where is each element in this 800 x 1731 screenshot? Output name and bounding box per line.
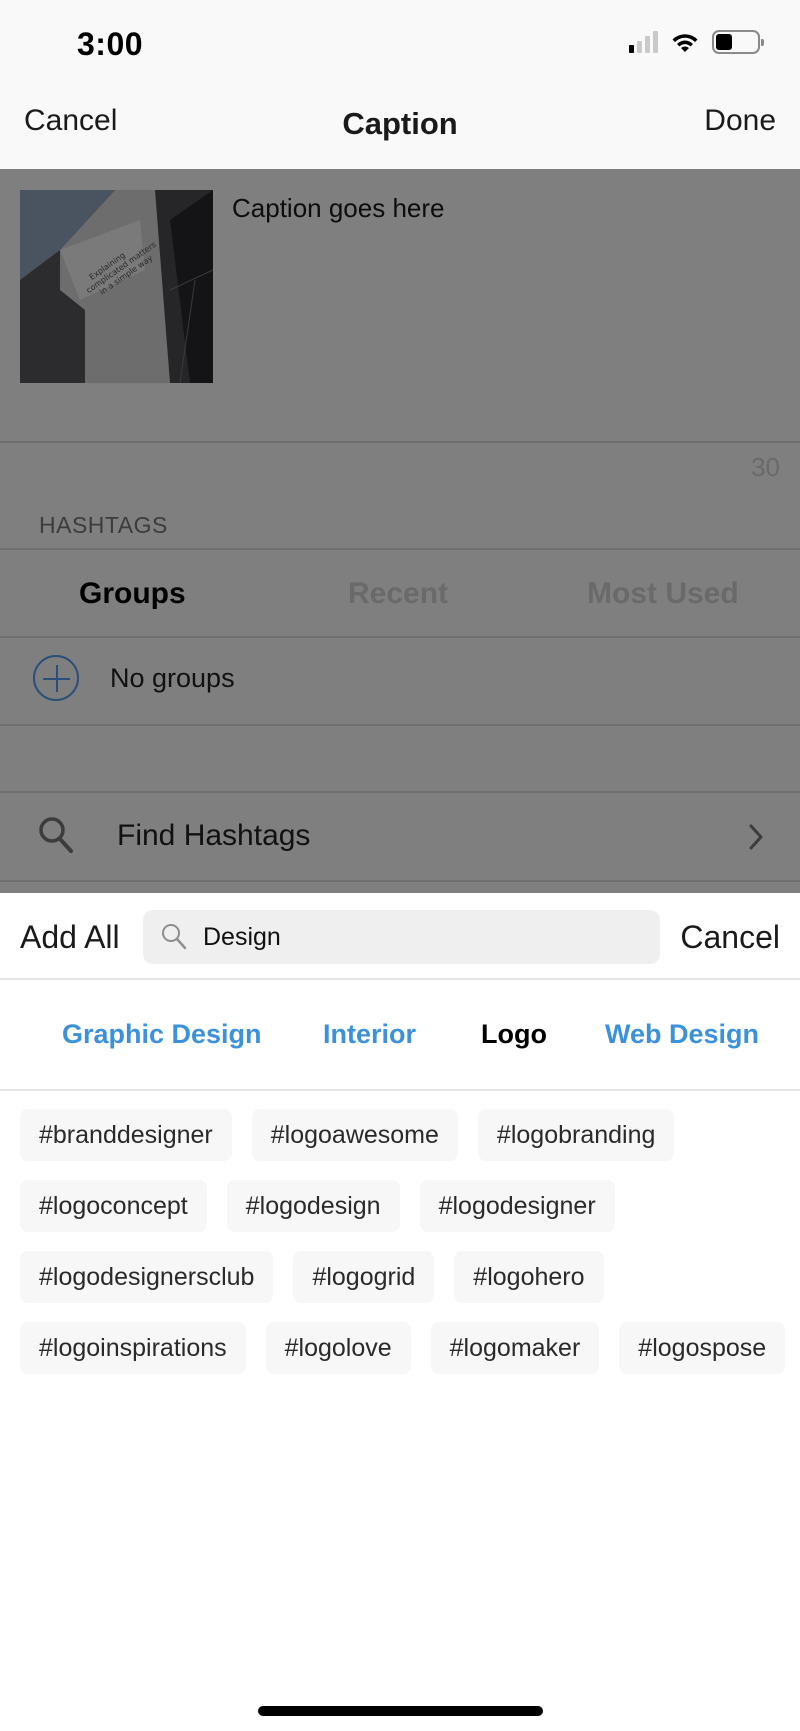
hashtag-chip[interactable]: #logoawesome (251, 1109, 458, 1161)
signal-icon (629, 31, 658, 53)
hashtag-chip[interactable]: #logodesign (226, 1180, 400, 1232)
nav-bar: Cancel Caption Done (0, 88, 800, 169)
hashtag-chip[interactable]: #logomaker (430, 1322, 600, 1374)
hashtag-chip[interactable]: #logolove (265, 1322, 411, 1374)
caption-input[interactable]: Caption goes here (232, 193, 444, 224)
hashtag-chip[interactable]: #logoinspirations (20, 1322, 246, 1374)
hashtags-section-label: HASHTAGS (39, 512, 168, 538)
hashtag-chip[interactable]: #logohero (454, 1251, 604, 1303)
divider (0, 441, 800, 443)
home-indicator[interactable] (258, 1706, 543, 1716)
hashtag-chip[interactable]: #logospose (619, 1322, 786, 1374)
hashtag-chip[interactable]: #logobranding (477, 1109, 675, 1161)
divider (0, 880, 800, 882)
hashtag-chip[interactable]: #branddesigner (20, 1109, 232, 1161)
category-tab-logo[interactable]: Logo (481, 1019, 547, 1050)
search-icon (39, 817, 73, 853)
add-all-button[interactable]: Add All (20, 919, 120, 956)
add-group-icon[interactable] (33, 655, 79, 701)
category-tab-web-design[interactable]: Web Design (605, 1019, 759, 1050)
wifi-icon (672, 34, 698, 52)
category-tabs: Design Graphic Design Interior Logo Web … (0, 982, 800, 1091)
character-count: 30 (751, 452, 780, 482)
hashtag-chip[interactable]: #logodesignersclub (20, 1251, 274, 1303)
tab-recent[interactable]: Recent (348, 577, 448, 611)
hashtag-chip[interactable]: #logodesigner (419, 1180, 615, 1232)
category-tab-interior[interactable]: Interior (323, 1019, 416, 1050)
divider (0, 724, 800, 726)
find-hashtags-row[interactable]: Find Hashtags (0, 793, 800, 880)
hashtag-chip[interactable]: #logogrid (293, 1251, 435, 1303)
nav-done-button[interactable]: Done (704, 104, 776, 138)
search-icon (162, 924, 187, 950)
category-tab-graphic-design[interactable]: Graphic Design (62, 1019, 262, 1050)
status-icons (629, 30, 764, 54)
divider (0, 636, 800, 638)
hashtag-tabs: Groups Recent Most Used (0, 550, 800, 637)
find-hashtags-label: Find Hashtags (117, 819, 311, 852)
tab-most-used[interactable]: Most Used (587, 577, 739, 611)
search-field[interactable] (143, 910, 660, 964)
status-bar: 3:00 (0, 0, 800, 88)
search-cancel-button[interactable]: Cancel (680, 919, 780, 956)
tab-groups[interactable]: Groups (79, 577, 186, 611)
search-input[interactable] (203, 910, 643, 964)
status-time: 3:00 (77, 26, 144, 62)
chevron-right-icon (749, 824, 763, 850)
post-thumbnail: Explaining complicated matters in a simp… (20, 190, 213, 383)
hashtag-chip[interactable]: #logoconcept (20, 1180, 207, 1232)
hashtag-chip-list: #branddesigner #logoawesome #logobrandin… (20, 1109, 790, 1374)
hashtag-search-sheet: Add All Cancel Design Graphic Design Int… (0, 893, 800, 1731)
search-row: Add All Cancel (0, 893, 800, 980)
battery-icon (712, 30, 764, 54)
no-groups-label: No groups (110, 663, 235, 693)
dimmed-content[interactable]: Explaining complicated matters in a simp… (0, 169, 800, 893)
page-title: Caption (342, 106, 458, 141)
